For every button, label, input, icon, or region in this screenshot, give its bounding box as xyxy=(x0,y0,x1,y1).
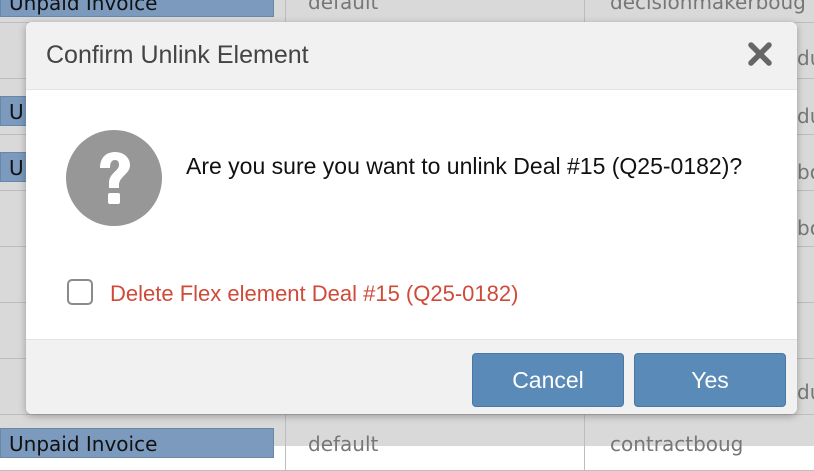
cancel-button[interactable]: Cancel xyxy=(472,353,624,407)
yes-button[interactable]: Yes xyxy=(634,353,786,407)
dialog-body: Are you sure you want to unlink Deal #15… xyxy=(26,89,797,339)
delete-element-label[interactable]: Delete Flex element Deal #15 (Q25-0182) xyxy=(110,281,518,307)
dialog-footer: Cancel Yes xyxy=(26,339,797,414)
confirmation-message: Are you sure you want to unlink Deal #15… xyxy=(186,153,743,179)
confirm-unlink-dialog: Confirm Unlink Element Are you sure you … xyxy=(26,22,797,414)
question-circle-icon xyxy=(66,130,162,226)
delete-element-checkbox[interactable] xyxy=(67,279,93,305)
close-icon[interactable] xyxy=(745,39,775,69)
dialog-header: Confirm Unlink Element xyxy=(26,22,797,90)
dialog-title: Confirm Unlink Element xyxy=(46,41,309,69)
